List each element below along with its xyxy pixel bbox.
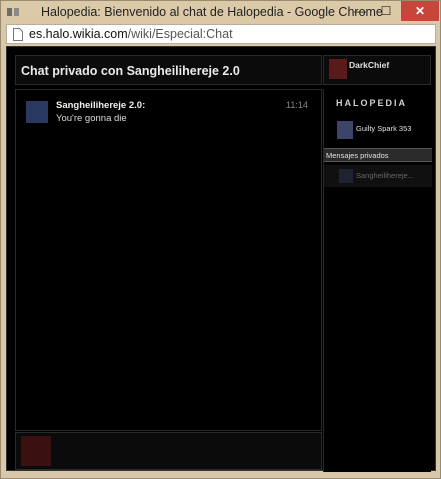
url-host: es.halo.wikia.com xyxy=(29,27,128,41)
url-text[interactable]: es.halo.wikia.com/wiki/Especial:Chat xyxy=(29,27,233,41)
page-icon xyxy=(13,28,23,41)
private-messages-header: Mensajes privados xyxy=(324,148,432,162)
chat-title: Chat privado con Sangheilihereje 2.0 xyxy=(21,64,240,78)
minimize-button[interactable]: — xyxy=(347,1,373,21)
user-list: HALOPEDIA Guilty Spark 353 Mensajes priv… xyxy=(323,89,432,472)
message-time: 11:14 xyxy=(286,100,308,110)
current-user-box[interactable]: DarkChief xyxy=(323,55,431,85)
current-user-name[interactable]: DarkChief xyxy=(349,60,389,70)
chat-page: Chat privado con Sangheilihereje 2.0 Dar… xyxy=(6,46,436,472)
current-user-avatar[interactable] xyxy=(329,59,347,79)
private-chat-avatar[interactable] xyxy=(339,169,353,183)
close-button[interactable]: ✕ xyxy=(401,1,439,21)
maximize-button[interactable]: ☐ xyxy=(373,1,399,21)
url-path: /wiki/Especial:Chat xyxy=(127,27,233,41)
wiki-logo[interactable]: HALOPEDIA xyxy=(336,98,407,108)
chat-header: Chat privado con Sangheilihereje 2.0 xyxy=(15,55,322,85)
window-title: Halopedia: Bienvenido al chat de Haloped… xyxy=(41,5,383,19)
window-app-icon[interactable] xyxy=(7,6,19,18)
address-bar[interactable]: es.halo.wikia.com/wiki/Especial:Chat xyxy=(6,24,436,44)
message-input-area[interactable] xyxy=(15,432,322,470)
message-list[interactable]: Sangheilihereje 2.0: 11:14 You're gonna … xyxy=(15,89,322,431)
message-avatar[interactable] xyxy=(26,101,48,123)
user-name[interactable]: Guilty Spark 353 xyxy=(356,124,411,133)
private-chat-item[interactable]: Sangheilihereje... xyxy=(324,165,432,187)
private-messages-label: Mensajes privados xyxy=(326,151,389,160)
message-author[interactable]: Sangheilihereje 2.0: xyxy=(56,100,145,111)
user-avatar[interactable] xyxy=(337,121,353,139)
private-chat-name[interactable]: Sangheilihereje... xyxy=(356,171,414,180)
input-user-avatar xyxy=(21,436,51,466)
browser-window: Halopedia: Bienvenido al chat de Haloped… xyxy=(0,0,441,479)
message-text: You're gonna die xyxy=(56,113,127,124)
title-bar[interactable]: Halopedia: Bienvenido al chat de Haloped… xyxy=(1,1,440,23)
